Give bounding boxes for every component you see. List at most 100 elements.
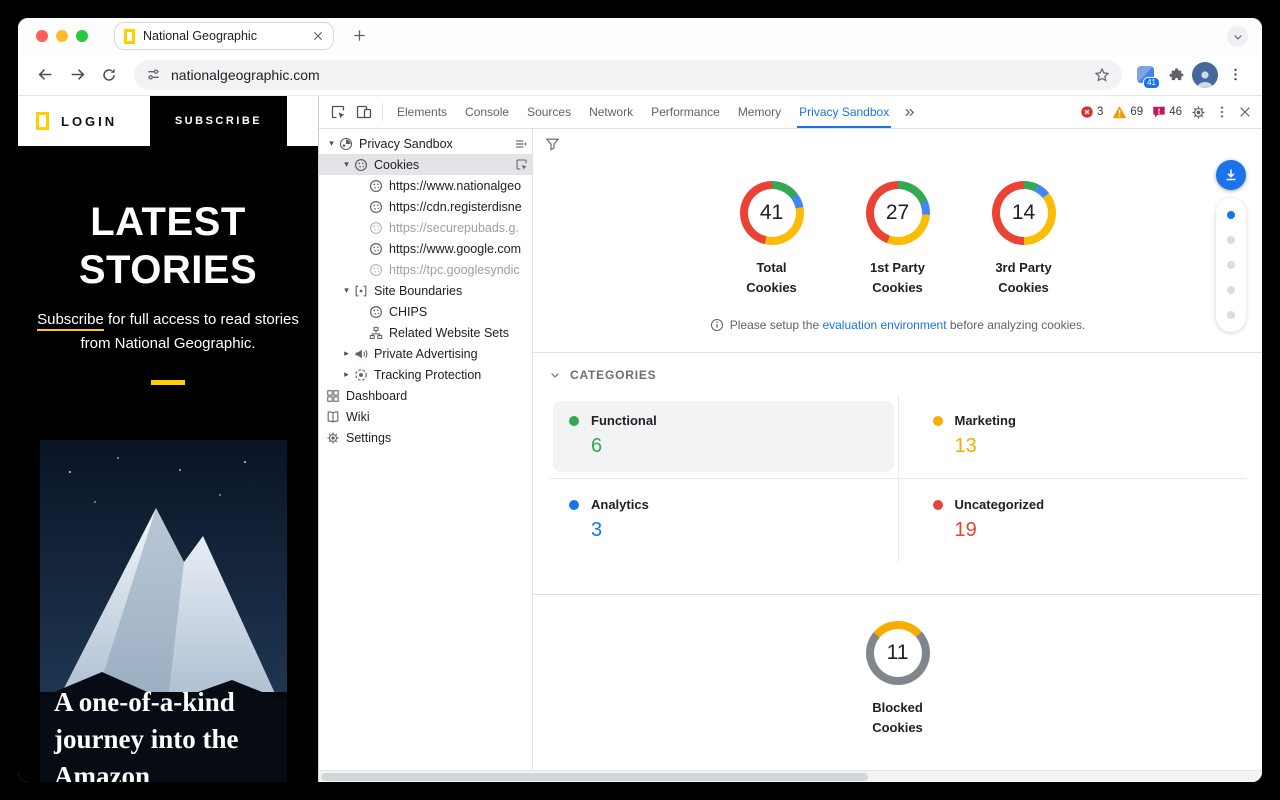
inspect-small-icon[interactable] [515, 158, 528, 171]
tree-item-https-cdn-registerdisne[interactable]: https://cdn.registerdisne [319, 196, 532, 217]
tree-item-label: https://securepubads.g. [389, 221, 519, 235]
site-settings-icon[interactable] [146, 67, 161, 82]
tracking-protection-icon [353, 367, 369, 383]
tree-item-tracking-protection[interactable]: ▸Tracking Protection [319, 364, 532, 385]
devtools-tab-sources[interactable]: Sources [518, 96, 580, 128]
category-count: 6 [591, 435, 878, 458]
close-window-button[interactable] [36, 30, 48, 42]
download-report-button[interactable] [1216, 160, 1246, 190]
devtools-tab-privacy-sandbox[interactable]: Privacy Sandbox [790, 96, 898, 128]
tab-close-icon[interactable] [312, 30, 324, 42]
tree-item-related-website-sets[interactable]: Related Website Sets [319, 322, 532, 343]
nav-dot-1[interactable] [1227, 211, 1235, 219]
reload-icon[interactable] [94, 60, 124, 90]
traffic-lights [18, 30, 88, 42]
tree-item-label: https://tpc.googlesyndic [389, 263, 520, 277]
horizontal-scrollbar[interactable] [319, 770, 1262, 782]
console-errors-badge[interactable]: 3 [1080, 105, 1103, 119]
issue-count: 46 [1169, 106, 1182, 118]
category-name: Analytics [591, 497, 649, 512]
tree-item-label: Related Website Sets [389, 326, 509, 340]
story-card[interactable]: A one-of-a-kind journey into the Amazon [40, 440, 287, 782]
tree-item-dashboard[interactable]: Dashboard [319, 385, 532, 406]
devtools-tab-memory[interactable]: Memory [729, 96, 790, 128]
tab-search-button[interactable] [1227, 26, 1248, 47]
devtools-tab-performance[interactable]: Performance [642, 96, 729, 128]
story-caption[interactable]: A one-of-a-kind journey into the Amazon [54, 684, 272, 782]
tree-item-wiki[interactable]: Wiki [319, 406, 532, 427]
natgeo-logo-icon[interactable] [36, 112, 49, 130]
forward-icon[interactable] [62, 60, 92, 90]
devtools-close-icon[interactable] [1238, 105, 1252, 119]
login-link[interactable]: LOGIN [61, 114, 117, 129]
category-name: Functional [591, 413, 657, 428]
panel-list-icon[interactable] [514, 137, 528, 151]
browser-tab[interactable]: National Geographic [114, 22, 334, 50]
tree-item-chips[interactable]: CHIPS [319, 301, 532, 322]
tree-item-label: https://www.nationalgeo [389, 179, 521, 193]
tree-item-https-www-google-com[interactable]: https://www.google.com [319, 238, 532, 259]
subscribe-button[interactable]: SUBSCRIBE [150, 96, 287, 146]
tree-item-label: Wiki [346, 410, 370, 424]
url-bar[interactable]: nationalgeographic.com [134, 60, 1122, 90]
devtools-tab-network[interactable]: Network [580, 96, 642, 128]
maximize-window-button[interactable] [76, 30, 88, 42]
chevron-expanded-icon[interactable]: ▾ [340, 159, 353, 170]
tree-item-site-boundaries[interactable]: ▾Site Boundaries [319, 280, 532, 301]
scrollbar-thumb[interactable] [321, 773, 868, 781]
nav-dot-3[interactable] [1227, 261, 1235, 269]
nav-dot-5[interactable] [1227, 311, 1235, 319]
chevron-collapsed-icon[interactable]: ▸ [340, 348, 353, 359]
nav-dot-4[interactable] [1227, 286, 1235, 294]
webpage-natgeo: LOGIN SUBSCRIBE LATEST STORIES Subscribe… [18, 96, 318, 782]
new-tab-button[interactable] [352, 28, 367, 43]
profile-avatar[interactable] [1192, 62, 1218, 88]
dashboard-icon [325, 388, 341, 404]
filter-funnel-icon[interactable] [545, 137, 560, 151]
chevron-collapsed-icon[interactable]: ▸ [340, 369, 353, 380]
minimize-window-button[interactable] [56, 30, 68, 42]
nav-dot-2[interactable] [1227, 236, 1235, 244]
tree-item-settings[interactable]: Settings [319, 427, 532, 448]
category-cell-uncategorized[interactable]: Uncategorized19 [898, 479, 1247, 562]
category-card: Uncategorized19 [917, 485, 1243, 556]
tree-item-https-www-nationalgeo[interactable]: https://www.nationalgeo [319, 175, 532, 196]
subscribe-link[interactable]: Subscribe [37, 311, 104, 331]
device-toolbar-icon[interactable] [351, 99, 377, 125]
tree-item-https-tpc-googlesyndic[interactable]: https://tpc.googlesyndic [319, 259, 532, 280]
category-card: Functional 6 [553, 401, 894, 472]
chevron-expanded-icon[interactable]: ▾ [325, 138, 338, 149]
category-card: Marketing13 [917, 401, 1243, 472]
browser-menu-kebab-icon[interactable] [1220, 60, 1250, 90]
inspect-element-icon[interactable] [325, 99, 351, 125]
privacy-sandbox-extension-icon[interactable]: 41 [1132, 62, 1158, 88]
back-icon[interactable] [30, 60, 60, 90]
categories-header[interactable]: CATEGORIES [549, 368, 1246, 382]
category-cell-marketing[interactable]: Marketing13 [898, 395, 1247, 479]
category-cell-analytics[interactable]: Analytics3 [549, 479, 898, 562]
devtools-settings-gear-icon[interactable] [1191, 105, 1206, 120]
tree-item-privacy-sandbox[interactable]: ▾Privacy Sandbox [319, 133, 532, 154]
console-warnings-badge[interactable]: 69 [1112, 105, 1143, 119]
donut-ring: 14 [992, 181, 1056, 245]
donut-ring: 11 [866, 621, 930, 685]
bookmark-star-icon[interactable] [1094, 67, 1110, 83]
tree-item-label: CHIPS [389, 305, 427, 319]
donut-ring: 27 [866, 181, 930, 245]
devtools-menu-kebab-icon[interactable] [1215, 105, 1229, 119]
tree-item-cookies[interactable]: ▾Cookies [319, 154, 532, 175]
cookie-icon [368, 220, 384, 236]
devtools-tab-console[interactable]: Console [456, 96, 518, 128]
issues-badge[interactable]: 46 [1152, 105, 1182, 119]
evaluation-environment-link[interactable]: evaluation environment [822, 318, 946, 332]
more-tabs-icon[interactable] [898, 101, 920, 123]
devtools-tab-elements[interactable]: Elements [388, 96, 456, 128]
tree-item-private-advertising[interactable]: ▸Private Advertising [319, 343, 532, 364]
extensions-puzzle-icon[interactable] [1160, 60, 1190, 90]
cookie-icon [353, 157, 369, 173]
tree-item-https-securepubads-g[interactable]: https://securepubads.g. [319, 217, 532, 238]
chevron-expanded-icon[interactable]: ▾ [340, 285, 353, 296]
donut-3rd-party-cookies: 143rd Party Cookies [980, 181, 1068, 298]
category-cell-functional[interactable]: Functional 6 [549, 395, 898, 479]
tree-item-label: Settings [346, 431, 391, 445]
